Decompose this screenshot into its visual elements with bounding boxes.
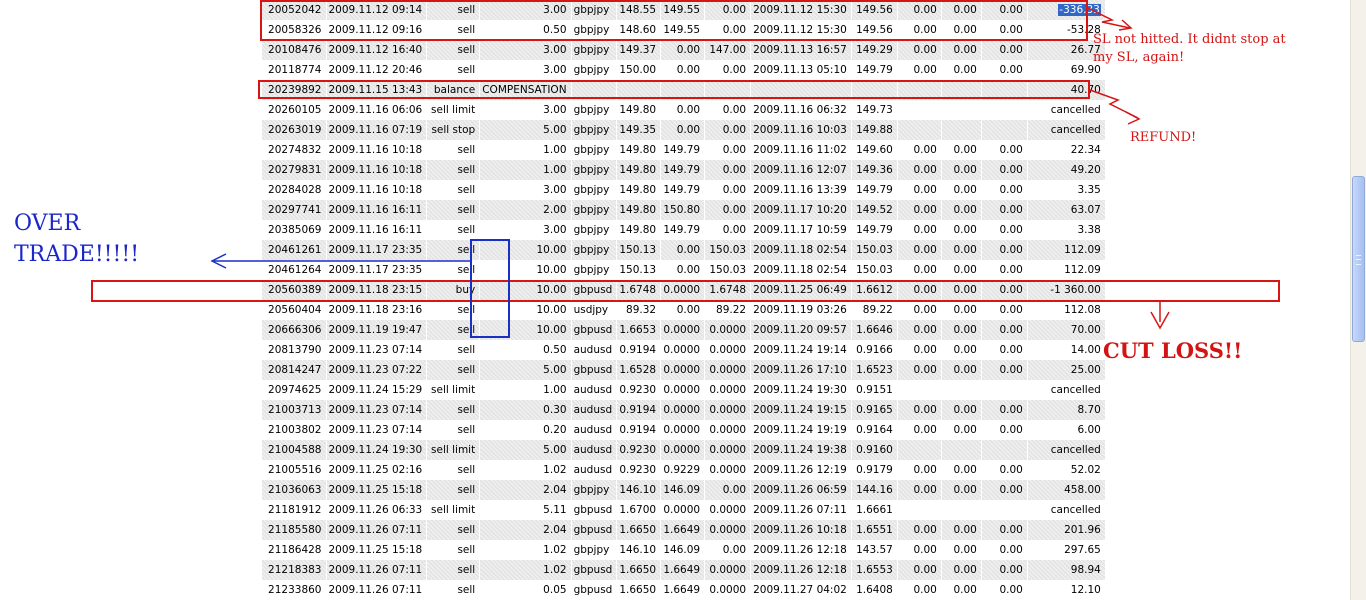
over-trade-label: OVER TRADE!!!!!	[14, 211, 140, 267]
sl-not-hit-note: SL not hitted. It didnt stop at my SL, a…	[1093, 32, 1286, 65]
annotation-arrows	[210, 7, 1170, 330]
sl-arrow-icon	[1087, 7, 1131, 29]
cut-loss-label: CUT LOSS!!	[1103, 338, 1243, 363]
refund-label: REFUND!	[1130, 130, 1197, 145]
